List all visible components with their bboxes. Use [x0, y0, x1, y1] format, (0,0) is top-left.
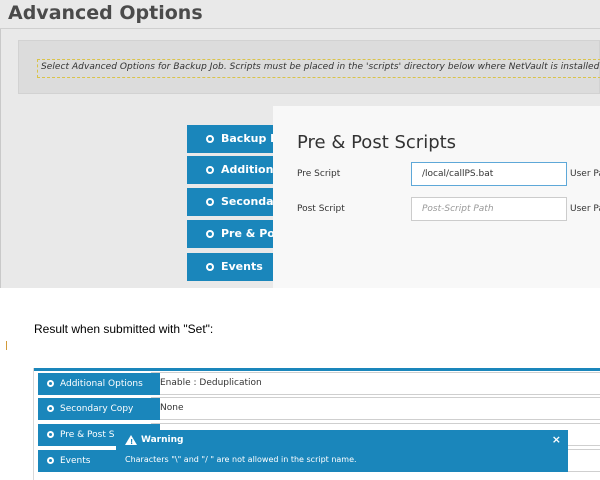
result-nav-secondary-copy[interactable]: Secondary Copy	[38, 398, 160, 420]
secondary-copy-value: None	[151, 397, 600, 420]
gear-icon	[47, 457, 54, 464]
panel-left-border	[0, 29, 1, 288]
additional-options-value: Enable : Deduplication	[151, 372, 600, 395]
nav-label: Additional Options	[60, 379, 143, 389]
top-accent-bar	[34, 368, 600, 371]
warning-icon-mark: !	[130, 438, 134, 446]
dialog-title: Pre & Post Scripts	[297, 132, 457, 153]
nav-secondary-copy-button[interactable]: Secondary Copy	[187, 188, 287, 216]
info-message: Select Advanced Options for Backup Job. …	[37, 59, 600, 78]
advanced-options-panel: Advanced Options Select Advanced Options…	[0, 0, 600, 288]
post-script-input[interactable]	[411, 197, 567, 221]
warning-toast: ! Warning × Characters "\" and "/ " are …	[116, 430, 568, 472]
warning-message: Characters "\" and "/ " are not allowed …	[125, 455, 357, 464]
gear-icon	[206, 198, 214, 206]
gear-icon	[47, 431, 54, 438]
close-icon[interactable]: ×	[552, 433, 561, 446]
pre-post-scripts-dialog: Pre & Post Scripts Pre Script User Pa Po…	[273, 106, 600, 288]
nav-events-button[interactable]: Events	[187, 253, 287, 281]
nav-label: Events	[60, 456, 91, 466]
nav-backup-life-button[interactable]: Backup Life	[187, 125, 287, 153]
nav-label: Events	[221, 260, 263, 273]
result-left-border	[33, 368, 34, 480]
info-panel: Select Advanced Options for Backup Job. …	[18, 40, 600, 94]
nav-pre-post-scripts-button[interactable]: Pre & Post Scripts	[187, 220, 287, 248]
result-panel: Enable : Deduplication Additional Option…	[0, 368, 600, 480]
pre-script-input[interactable]	[411, 162, 567, 186]
post-script-label: Post Script	[297, 204, 345, 214]
result-nav-additional-options[interactable]: Additional Options	[38, 373, 160, 395]
nav-additional-options-button[interactable]: Additional Options	[187, 156, 287, 184]
gear-icon	[206, 263, 214, 271]
nav-label: Secondary Copy	[60, 404, 134, 414]
post-script-user-param-label: User Pa	[570, 204, 600, 214]
gear-icon	[206, 166, 214, 174]
gear-icon	[47, 405, 54, 412]
gear-icon	[206, 230, 214, 238]
gear-icon	[206, 135, 214, 143]
page-title: Advanced Options	[8, 2, 203, 24]
warning-title: Warning	[141, 435, 184, 445]
pre-script-label: Pre Script	[297, 169, 341, 179]
text-cursor-mark	[6, 341, 7, 350]
nav-label: Pre & Post S	[60, 430, 115, 440]
pre-script-user-param-label: User Pa	[570, 169, 600, 179]
gear-icon	[47, 380, 54, 387]
title-divider	[0, 28, 600, 29]
result-caption: Result when submitted with "Set":	[34, 322, 214, 336]
